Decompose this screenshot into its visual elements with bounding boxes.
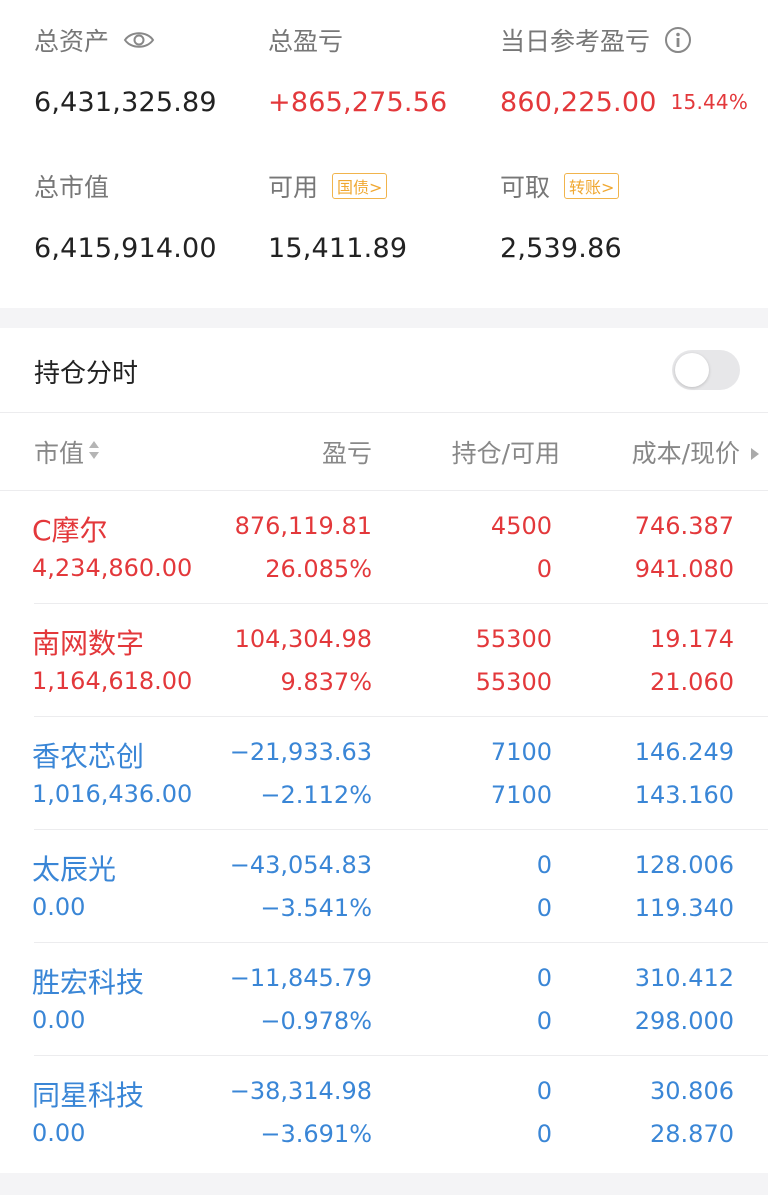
total-assets-value: 6,431,325.89 xyxy=(34,86,217,118)
position-row[interactable]: 太辰光 0.00 −43,054.83 −3.541% 0 0 128.006 119.340 xyxy=(0,830,768,943)
market-value: 0.00 xyxy=(32,1119,86,1147)
cost-price: 746.387 xyxy=(634,512,734,540)
pnl-percent: −2.112% xyxy=(260,781,372,809)
position-row[interactable]: 胜宏科技 0.00 −11,845.79 −0.978% 0 0 310.412 298.00… xyxy=(0,943,768,1056)
sort-icon xyxy=(88,438,100,467)
pnl-percent: 26.085% xyxy=(265,555,372,583)
header-market-value-label: 市值 xyxy=(34,439,85,468)
stock-name: 同星科技 xyxy=(32,1079,145,1112)
market-value-value: 6,415,914.00 xyxy=(34,232,217,264)
positions-panel: 持仓分时 市值 盈亏 持仓/可用 成本/现价 C摩尔 4,234,860.00 87… xyxy=(0,328,768,1173)
withdrawable-label: 可取 xyxy=(500,173,551,202)
info-icon[interactable] xyxy=(664,26,692,54)
available-qty: 55300 xyxy=(475,668,552,696)
available-qty: 0 xyxy=(536,1007,552,1035)
pnl-percent: −0.978% xyxy=(260,1007,372,1035)
cost-price: 310.412 xyxy=(634,964,734,992)
holding-qty: 0 xyxy=(536,851,552,879)
market-value: 0.00 xyxy=(32,893,86,921)
pnl-percent: −3.541% xyxy=(260,894,372,922)
daily-pnl-value: 860,225.00 xyxy=(500,86,657,118)
available-qty: 7100 xyxy=(490,781,552,809)
stock-name: 太辰光 xyxy=(32,853,117,886)
market-value: 4,234,860.00 xyxy=(32,554,193,582)
holding-qty: 0 xyxy=(536,964,552,992)
divider xyxy=(0,412,768,413)
position-row[interactable]: 香农芯创 1,016,436.00 −21,933.63 −2.112% 7100 710… xyxy=(0,717,768,830)
positions-title: 持仓分时 xyxy=(34,358,139,389)
holding-qty: 55300 xyxy=(475,625,552,653)
total-assets-label: 总资产 xyxy=(34,27,110,56)
account-summary: 总资产 6,431,325.89 总盈亏 +865,275.56 当日参考盈亏 … xyxy=(0,0,768,308)
eye-icon[interactable] xyxy=(123,29,155,51)
total-pnl-value: +865,275.56 xyxy=(268,86,448,118)
cost-price: 30.806 xyxy=(650,1077,734,1105)
market-value: 1,016,436.00 xyxy=(32,780,193,808)
stock-name: C摩尔 xyxy=(32,514,108,547)
available-qty: 0 xyxy=(536,555,552,583)
treasury-bond-button[interactable]: 国债> xyxy=(332,173,388,199)
toggle-knob xyxy=(675,353,709,387)
market-value-label: 总市值 xyxy=(34,173,110,202)
current-price: 941.080 xyxy=(634,555,734,583)
pnl-amount: −43,054.83 xyxy=(229,851,372,879)
cost-price: 146.249 xyxy=(634,738,734,766)
pnl-amount: −11,845.79 xyxy=(229,964,372,992)
position-row[interactable]: C摩尔 4,234,860.00 876,119.81 26.085% 4500 0 746… xyxy=(0,491,768,604)
header-cost-price[interactable]: 成本/现价 xyxy=(632,428,760,476)
pnl-amount: 104,304.98 xyxy=(234,625,372,653)
available-qty: 0 xyxy=(536,1120,552,1148)
pnl-percent: 9.837% xyxy=(280,668,372,696)
cost-price: 128.006 xyxy=(634,851,734,879)
total-assets-cell: 总资产 xyxy=(34,20,155,60)
available-value: 15,411.89 xyxy=(268,232,408,264)
daily-pnl-label: 当日参考盈亏 xyxy=(500,27,651,56)
header-pnl[interactable]: 盈亏 xyxy=(322,428,372,476)
withdrawable-value: 2,539.86 xyxy=(500,232,622,264)
market-value: 0.00 xyxy=(32,1006,86,1034)
available-qty: 0 xyxy=(536,894,552,922)
market-value: 1,164,618.00 xyxy=(32,667,193,695)
holding-qty: 7100 xyxy=(490,738,552,766)
holding-qty: 4500 xyxy=(490,512,552,540)
header-holding[interactable]: 持仓/可用 xyxy=(452,428,560,476)
play-icon xyxy=(750,438,760,467)
current-price: 143.160 xyxy=(634,781,734,809)
stock-name: 南网数字 xyxy=(32,627,145,660)
stock-name: 胜宏科技 xyxy=(32,966,145,999)
total-pnl-label: 总盈亏 xyxy=(268,27,344,56)
cost-price: 19.174 xyxy=(650,625,734,653)
current-price: 21.060 xyxy=(650,668,734,696)
available-label: 可用 xyxy=(268,173,319,202)
holding-qty: 0 xyxy=(536,1077,552,1105)
transfer-button[interactable]: 转账> xyxy=(564,173,620,199)
pnl-amount: −38,314.98 xyxy=(229,1077,372,1105)
pnl-amount: 876,119.81 xyxy=(234,512,372,540)
position-row[interactable]: 南网数字 1,164,618.00 104,304.98 9.837% 55300 553… xyxy=(0,604,768,717)
current-price: 298.000 xyxy=(634,1007,734,1035)
header-cost-price-label: 成本/现价 xyxy=(631,439,740,468)
current-price: 119.340 xyxy=(634,894,734,922)
daily-pnl-pct: 15.44% xyxy=(670,90,749,114)
pnl-amount: −21,933.63 xyxy=(229,738,372,766)
pnl-percent: −3.691% xyxy=(260,1120,372,1148)
current-price: 28.870 xyxy=(650,1120,734,1148)
intraday-toggle[interactable] xyxy=(672,350,740,390)
stock-name: 香农芯创 xyxy=(32,740,145,773)
header-market-value[interactable]: 市值 xyxy=(34,428,100,476)
position-row[interactable]: 同星科技 0.00 −38,314.98 −3.691% 0 0 30.806 28.870 xyxy=(0,1056,768,1169)
